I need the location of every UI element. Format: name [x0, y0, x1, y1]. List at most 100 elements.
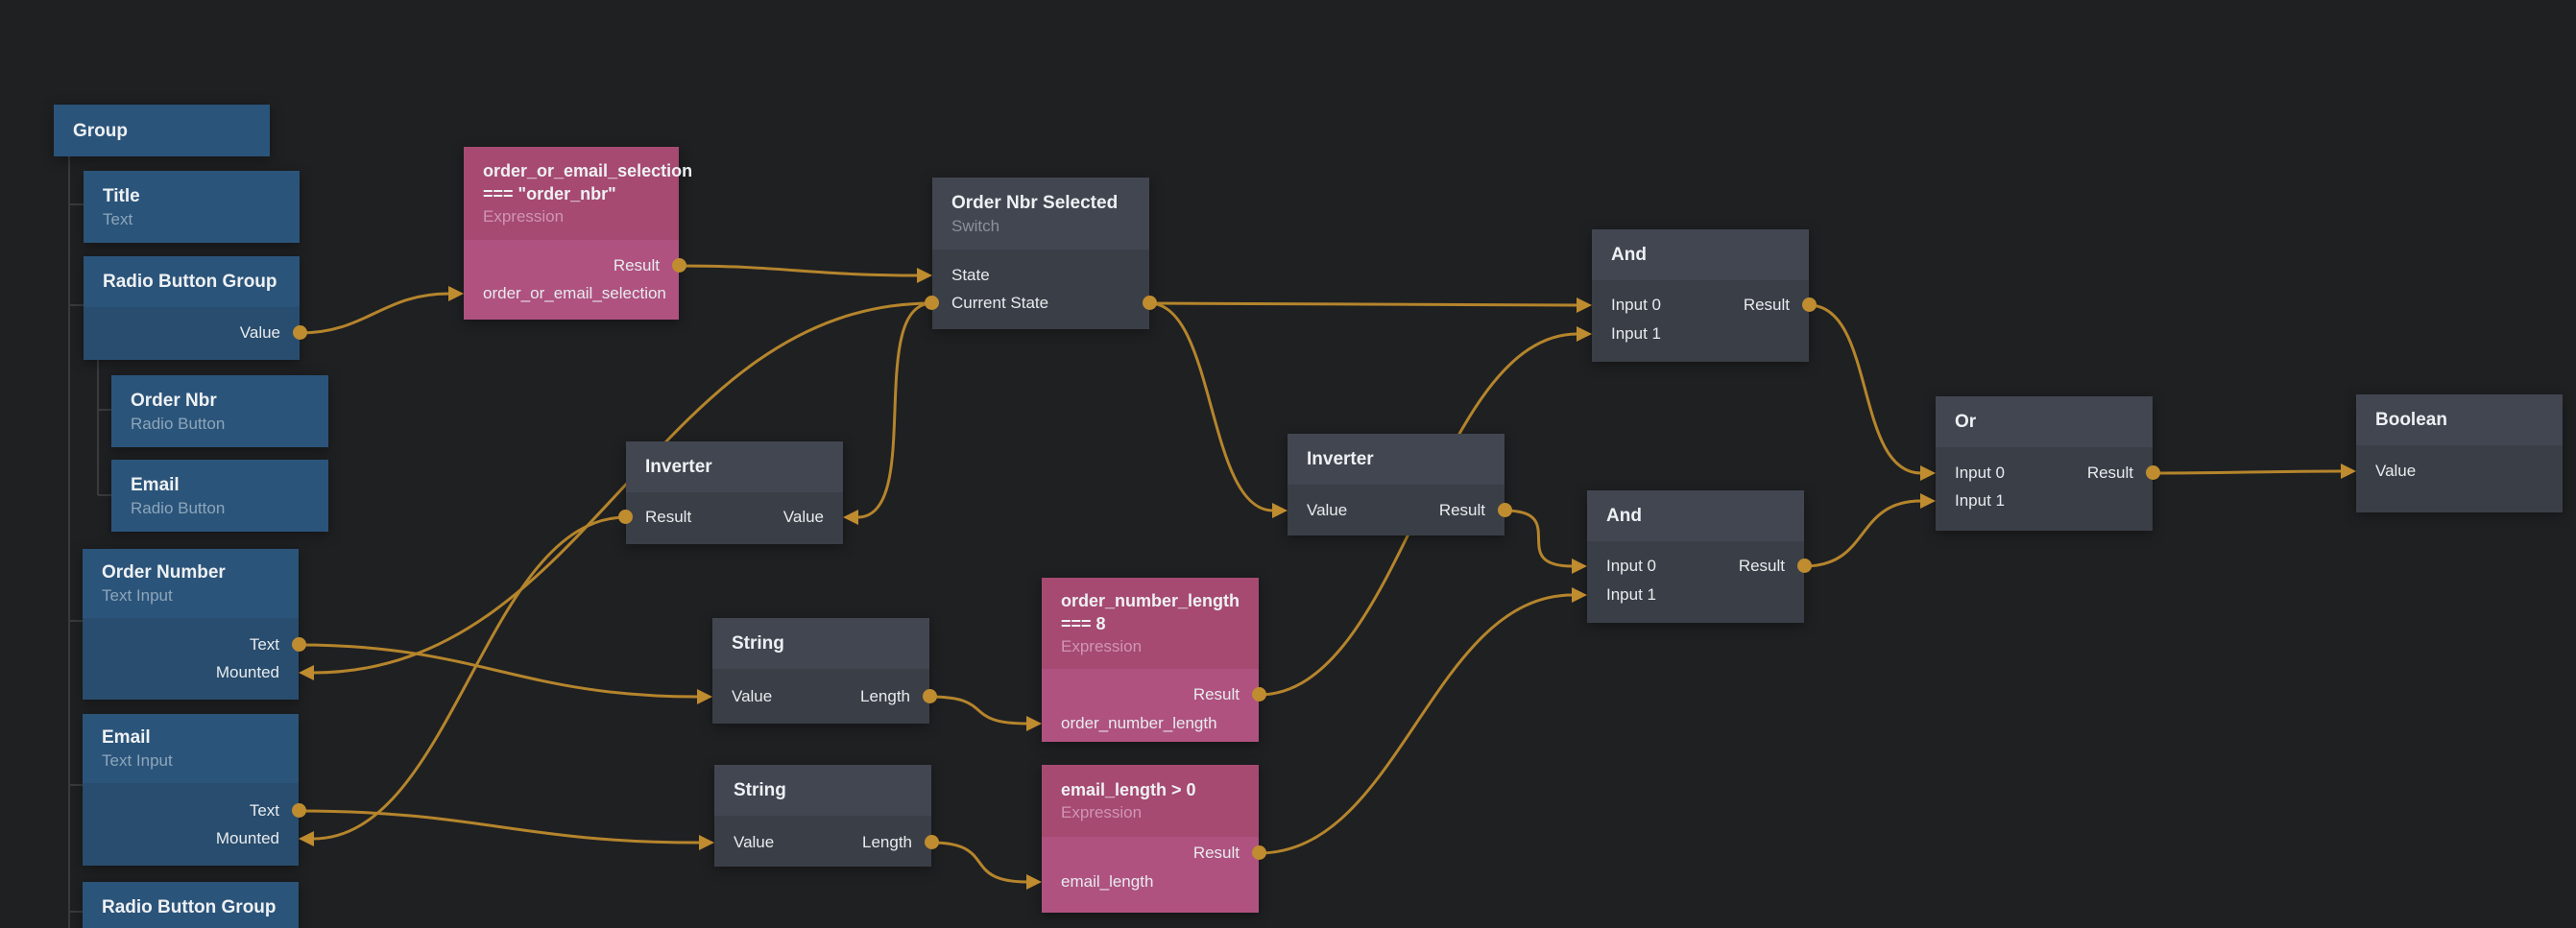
output-connector-dot[interactable]	[672, 258, 686, 273]
port-value[interactable]: Value	[732, 685, 772, 708]
input-connector-arrow[interactable]	[1920, 465, 1936, 481]
output-connector-dot[interactable]	[1252, 845, 1266, 860]
input-connector-arrow[interactable]	[917, 268, 932, 283]
node-inverter-right[interactable]: InverterValueResult	[1288, 434, 1505, 535]
port-result[interactable]: Result	[1439, 499, 1485, 522]
node-or[interactable]: OrInput 0Input 1Result	[1936, 396, 2153, 531]
port-mounted[interactable]: Mounted	[216, 661, 279, 684]
port-value[interactable]: Value	[734, 831, 774, 854]
output-connector-dot[interactable]	[618, 510, 633, 524]
input-connector-arrow[interactable]	[1572, 587, 1587, 603]
input-connector-arrow[interactable]	[843, 510, 858, 525]
node-order-nbr-radio[interactable]: Order NbrRadio Button	[111, 375, 328, 447]
port-order-or-email-selection[interactable]: order_or_email_selection	[483, 282, 666, 305]
output-connector-dot[interactable]	[1797, 559, 1812, 573]
input-connector-arrow[interactable]	[1272, 503, 1288, 518]
node-order-number-input[interactable]: Order NumberText InputTextMounted	[83, 549, 299, 700]
wire-order-nbr-selected-switch-to-and-top[interactable]	[1149, 303, 1577, 305]
node-header: And	[1592, 229, 1809, 280]
port-result[interactable]: Result	[1193, 842, 1240, 865]
port-input-1[interactable]: Input 1	[1611, 322, 1661, 345]
port-input-1[interactable]: Input 1	[1955, 489, 2005, 512]
wire-order-nbr-selected-switch-to-inverter-right[interactable]	[1149, 303, 1273, 511]
port-input-0[interactable]: Input 0	[1611, 294, 1661, 317]
wire-string-bottom-to-email-length-expression[interactable]	[931, 843, 1027, 882]
port-current-state[interactable]: Current State	[951, 292, 1048, 315]
node-and-bottom[interactable]: AndInput 0Input 1Result	[1587, 490, 1804, 623]
output-connector-dot[interactable]	[292, 803, 306, 818]
wire-inverter-left-to-email-input[interactable]	[313, 517, 626, 839]
node-order-number-length-expression[interactable]: order_number_length === 8Expression Resul…	[1042, 578, 1259, 742]
node-selection-expression[interactable]: order_or_email_selection === "order_nbr"…	[464, 147, 679, 320]
port-value[interactable]: Value	[2375, 460, 2416, 483]
output-connector-dot[interactable]	[1498, 503, 1512, 517]
port-value[interactable]: Value	[1307, 499, 1347, 522]
output-connector-dot[interactable]	[1252, 687, 1266, 702]
port-result[interactable]: Result	[645, 506, 691, 529]
port-state[interactable]: State	[951, 264, 990, 287]
input-connector-arrow[interactable]	[1026, 874, 1042, 890]
wire-email-length-expression-to-and-bottom[interactable]	[1259, 595, 1573, 853]
node-and-top[interactable]: And Input 0 Input 1 Result	[1592, 229, 1809, 362]
port-input-0[interactable]: Input 0	[1955, 462, 2005, 485]
wire-and-top-to-or[interactable]	[1809, 305, 1921, 473]
node-string-bottom[interactable]: StringValueLength	[714, 765, 931, 867]
node-order-nbr-selected-switch[interactable]: Order Nbr SelectedSwitchStateCurrent Sta…	[932, 178, 1149, 329]
port-value[interactable]: Value	[240, 321, 280, 345]
wire-radio-button-group-to-selection-expression[interactable]	[300, 294, 449, 333]
port-order-number-length[interactable]: order_number_length	[1061, 712, 1217, 735]
output-connector-dot[interactable]	[1143, 296, 1157, 310]
node-radio-button-group-2[interactable]: Radio Button Group	[83, 882, 299, 928]
port-email-length[interactable]: email_length	[1061, 870, 1153, 893]
wire-or-to-boolean[interactable]	[2153, 471, 2342, 473]
node-email-length-expression[interactable]: email_length > 0ExpressionResultemail_le…	[1042, 765, 1259, 913]
input-connector-arrow[interactable]	[299, 665, 314, 680]
output-connector-dot[interactable]	[2146, 465, 2160, 480]
node-graph-canvas[interactable]: GroupTitleTextRadio Button GroupValueOrd…	[0, 0, 2576, 928]
input-connector-arrow[interactable]	[1026, 716, 1042, 731]
port-value[interactable]: Value	[783, 506, 824, 529]
wire-and-bottom-to-or[interactable]	[1804, 501, 1921, 566]
input-connector-arrow[interactable]	[299, 831, 314, 846]
port-length[interactable]: Length	[860, 685, 910, 708]
port-result[interactable]: Result	[1193, 683, 1240, 706]
port-result[interactable]: Result	[614, 254, 660, 277]
port-result[interactable]: Result	[2087, 462, 2133, 485]
node-title[interactable]: TitleText	[84, 171, 300, 243]
node-email-radio[interactable]: EmailRadio Button	[111, 460, 328, 532]
output-connector-dot[interactable]	[925, 296, 939, 310]
output-connector-dot[interactable]	[923, 689, 937, 703]
node-email-input[interactable]: EmailText InputTextMounted	[83, 714, 299, 866]
input-connector-arrow[interactable]	[697, 689, 712, 704]
input-connector-arrow[interactable]	[1572, 559, 1587, 574]
output-connector-dot[interactable]	[925, 835, 939, 849]
output-connector-dot[interactable]	[293, 325, 307, 340]
port-input-0[interactable]: Input 0	[1606, 555, 1656, 578]
node-boolean[interactable]: BooleanValue	[2356, 394, 2563, 512]
input-connector-arrow[interactable]	[1577, 297, 1592, 313]
input-connector-arrow[interactable]	[448, 286, 464, 301]
wire-order-nbr-selected-switch-to-inverter-left[interactable]	[857, 303, 932, 517]
node-group[interactable]: Group	[54, 105, 270, 156]
wire-order-number-input-to-string-top[interactable]	[299, 645, 698, 697]
port-input-1[interactable]: Input 1	[1606, 583, 1656, 607]
port-text[interactable]: Text	[250, 633, 279, 656]
port-result[interactable]: Result	[1739, 555, 1785, 578]
node-radio-button-group[interactable]: Radio Button GroupValue	[84, 256, 300, 360]
input-connector-arrow[interactable]	[1920, 493, 1936, 509]
input-connector-arrow[interactable]	[1577, 326, 1592, 342]
output-connector-dot[interactable]	[292, 637, 306, 652]
port-mounted[interactable]: Mounted	[216, 827, 279, 850]
input-connector-arrow[interactable]	[699, 835, 714, 850]
port-text[interactable]: Text	[250, 799, 279, 822]
input-connector-arrow[interactable]	[2341, 464, 2356, 479]
output-connector-dot[interactable]	[1802, 297, 1817, 312]
node-inverter-left[interactable]: InverterResultValue	[626, 441, 843, 544]
wire-string-top-to-order-number-length-expression[interactable]	[929, 697, 1027, 724]
node-string-top[interactable]: StringValueLength	[712, 618, 929, 724]
wire-inverter-right-to-and-bottom[interactable]	[1505, 511, 1573, 566]
port-result[interactable]: Result	[1744, 294, 1790, 317]
wire-selection-expression-to-order-nbr-selected-switch[interactable]	[679, 266, 918, 275]
node-header: order_number_length === 8Expression	[1042, 578, 1259, 669]
port-length[interactable]: Length	[862, 831, 912, 854]
